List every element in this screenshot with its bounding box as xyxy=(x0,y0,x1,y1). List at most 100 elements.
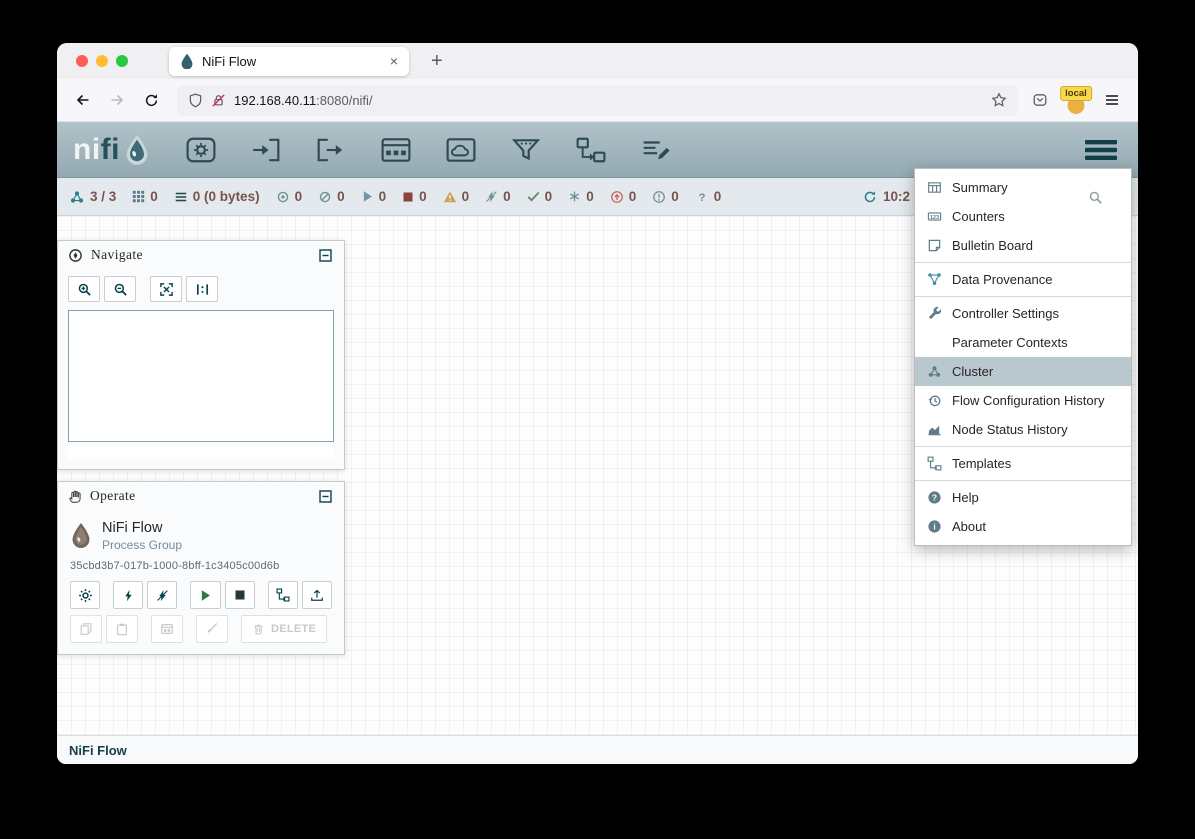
zoom-out-button[interactable] xyxy=(104,276,136,302)
counters-icon: 123 xyxy=(926,209,943,224)
fill-color-button[interactable] xyxy=(196,615,228,643)
remote-process-group-icon[interactable] xyxy=(441,131,481,169)
container-account-button[interactable]: local xyxy=(1060,86,1092,114)
template-icon[interactable] xyxy=(571,131,611,169)
birdseye-view[interactable] xyxy=(68,310,334,442)
selection-type: Process Group xyxy=(102,538,182,552)
cluster-count: 3 / 3 xyxy=(90,189,116,204)
threads-icon xyxy=(132,190,145,203)
enable-button[interactable] xyxy=(113,581,143,609)
collapse-operate-icon[interactable] xyxy=(317,488,334,505)
component-toolbar xyxy=(181,131,676,169)
url-text[interactable]: 192.168.40.11:8080/nifi/ xyxy=(234,93,983,108)
bookmark-star-icon[interactable] xyxy=(991,92,1007,108)
logo-text-ni: ni xyxy=(73,133,101,167)
locally-modified-stale-status: 0 xyxy=(652,189,679,204)
copy-button[interactable] xyxy=(70,615,102,643)
global-menu-button[interactable] xyxy=(1080,135,1122,165)
operate-buttons: DELETE xyxy=(58,572,344,654)
create-template-icon[interactable] xyxy=(268,581,298,609)
url-bar[interactable]: 192.168.40.11:8080/nifi/ xyxy=(177,85,1018,116)
not-transmitting-status: 0 xyxy=(318,189,345,204)
zoom-actual-button[interactable] xyxy=(186,276,218,302)
navigation-bar: 192.168.40.11:8080/nifi/ local xyxy=(57,79,1138,122)
up-to-date-status: 0 xyxy=(527,189,553,204)
menu-item-label: Controller Settings xyxy=(952,306,1059,321)
zoom-fit-button[interactable] xyxy=(150,276,182,302)
locally-modified-stale-icon xyxy=(652,190,666,204)
sync-failure-icon: ? xyxy=(695,190,709,204)
menu-item-bulletin-board[interactable]: Bulletin Board xyxy=(915,231,1131,260)
tracking-shield-icon[interactable] xyxy=(188,93,203,108)
back-button[interactable] xyxy=(67,85,99,115)
start-button[interactable] xyxy=(190,581,220,609)
reload-button[interactable] xyxy=(135,85,167,115)
collapse-navigate-icon[interactable] xyxy=(317,247,334,264)
menu-item-help[interactable]: ? Help xyxy=(915,483,1131,512)
svg-text:?: ? xyxy=(932,493,937,503)
operate-selection: NiFi Flow Process Group xyxy=(58,510,344,552)
tab-title: NiFi Flow xyxy=(202,54,380,69)
upload-template-icon[interactable] xyxy=(302,581,332,609)
desktop: { "browser": { "tab_title": "NiFi Flow",… xyxy=(0,0,1195,839)
new-tab-button[interactable]: + xyxy=(423,48,451,75)
menu-item-counters[interactable]: 123 Counters xyxy=(915,202,1131,231)
menu-item-parameter-contexts[interactable]: Parameter Contexts xyxy=(915,328,1131,357)
label-icon[interactable] xyxy=(636,131,676,169)
menu-item-controller-settings[interactable]: Controller Settings xyxy=(915,299,1131,328)
menu-item-data-provenance[interactable]: Data Provenance xyxy=(915,265,1131,294)
help-icon: ? xyxy=(926,490,943,505)
forward-button[interactable] xyxy=(101,85,133,115)
menu-item-cluster[interactable]: Cluster xyxy=(915,357,1131,386)
stale-status: 0 xyxy=(610,189,637,204)
pocket-icon[interactable] xyxy=(1032,92,1048,108)
url-host: 192.168.40.11 xyxy=(234,93,316,108)
input-port-icon[interactable] xyxy=(246,131,286,169)
paste-button[interactable] xyxy=(106,615,138,643)
svg-text:123: 123 xyxy=(930,215,939,221)
menu-item-flow-configuration-history[interactable]: Flow Configuration History xyxy=(915,386,1131,415)
search-icon[interactable] xyxy=(1088,190,1103,205)
close-window-button[interactable] xyxy=(76,55,88,67)
svg-text:i: i xyxy=(933,522,935,532)
menu-item-label: Help xyxy=(952,490,979,505)
browser-tab[interactable]: NiFi Flow × xyxy=(169,47,409,76)
locally-modified-status: 0 xyxy=(568,189,594,204)
threads-count: 0 xyxy=(150,189,158,204)
menu-item-templates[interactable]: Templates xyxy=(915,449,1131,478)
processor-icon[interactable] xyxy=(181,131,221,169)
browser-menu-icon[interactable] xyxy=(1104,92,1120,108)
breadcrumb-bar: NiFi Flow xyxy=(57,735,1138,764)
stale-icon xyxy=(610,190,624,204)
invalid-icon xyxy=(443,190,457,204)
tab-close-icon[interactable]: × xyxy=(388,52,400,70)
insecure-lock-icon[interactable] xyxy=(211,93,226,108)
global-menu-dropdown: Summary 123 Counters Bulletin Board Data… xyxy=(914,168,1132,546)
disable-button[interactable] xyxy=(147,581,177,609)
menu-item-node-status-history[interactable]: Node Status History xyxy=(915,415,1131,444)
breadcrumb[interactable]: NiFi Flow xyxy=(69,743,127,758)
output-port-icon[interactable] xyxy=(311,131,351,169)
table-icon xyxy=(926,180,943,195)
navigate-title: Navigate xyxy=(91,247,143,263)
funnel-icon[interactable] xyxy=(506,131,546,169)
transmitting-icon xyxy=(276,190,290,204)
transmitting-status: 0 xyxy=(276,189,303,204)
window-controls xyxy=(57,55,142,67)
up-to-date-icon xyxy=(527,190,540,203)
refresh-status: 10:2 xyxy=(863,189,910,204)
minimize-window-button[interactable] xyxy=(96,55,108,67)
menu-item-label: Bulletin Board xyxy=(952,238,1033,253)
group-button[interactable] xyxy=(151,615,183,643)
menu-item-label: Cluster xyxy=(952,364,993,379)
process-group-icon[interactable] xyxy=(376,131,416,169)
delete-button[interactable]: DELETE xyxy=(241,615,327,643)
menu-item-label: Flow Configuration History xyxy=(952,393,1104,408)
process-group-drop-icon xyxy=(70,522,92,550)
maximize-window-button[interactable] xyxy=(116,55,128,67)
stop-button[interactable] xyxy=(225,581,255,609)
menu-item-about[interactable]: i About xyxy=(915,512,1131,541)
configure-button[interactable] xyxy=(70,581,100,609)
zoom-in-button[interactable] xyxy=(68,276,100,302)
refresh-icon[interactable] xyxy=(863,190,877,204)
